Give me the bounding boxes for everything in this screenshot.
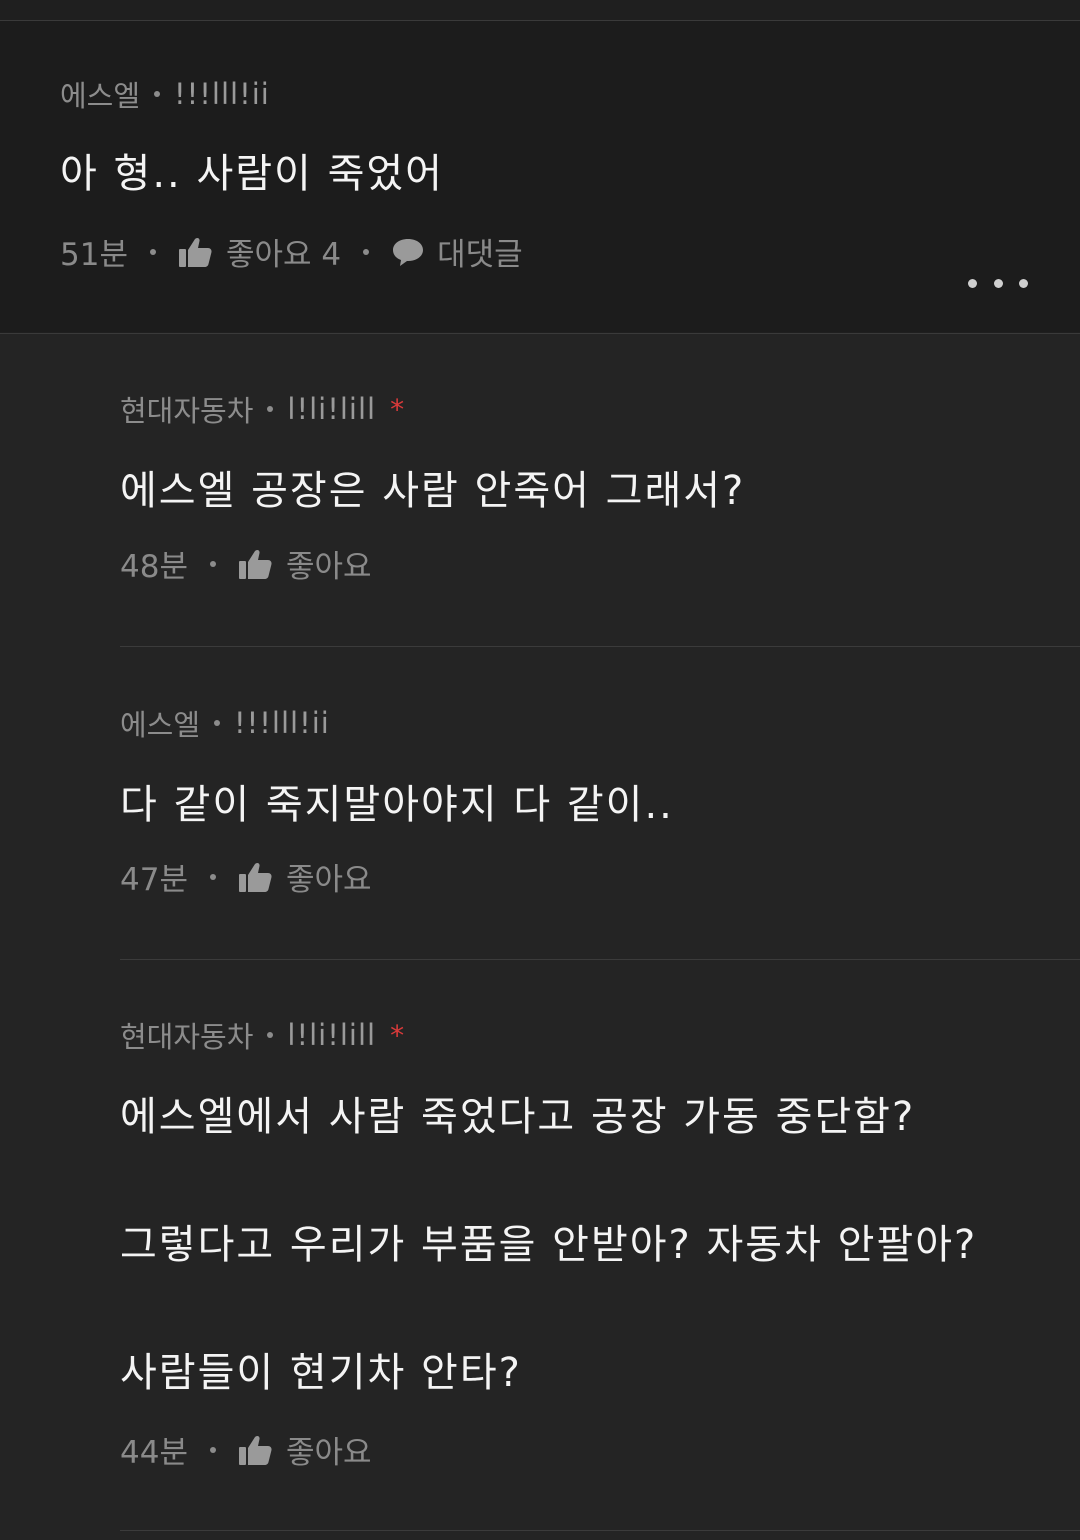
separator-dot (209, 873, 216, 880)
author-handle: l!li!lill (287, 1018, 377, 1052)
comment-text: 아 형.. 사람이 죽었어 (60, 151, 444, 197)
timestamp: 51분 (60, 237, 128, 273)
author-name[interactable]: 에스엘 (120, 702, 200, 744)
like-button[interactable]: 좋아요 4 (178, 229, 341, 274)
timestamp: 44분 (120, 1435, 188, 1471)
author-badge: * (390, 1018, 405, 1052)
reply-footer: 44분 좋아요 (120, 1427, 372, 1472)
comment: 에스엘 !!!lll!ii 아 형.. 사람이 죽었어 51분 좋아요 4 대댓… (0, 21, 1080, 332)
more-options-button[interactable] (968, 269, 1028, 297)
separator-dot (209, 1446, 216, 1453)
separator-dot (267, 406, 274, 412)
like-label: 좋아요 (285, 862, 372, 898)
reply-meta: 현대자동차 l!li!lill * (120, 1014, 404, 1056)
reply-meta: 현대자동차 l!li!lill * (120, 388, 404, 430)
thumbs-up-icon (238, 861, 272, 893)
reply-text-line-2: 그렇다고 우리가 부품을 안받아? 자동차 안팔아? (120, 1222, 978, 1268)
author-handle: !!!lll!ii (174, 77, 270, 111)
like-label: 좋아요 (285, 549, 372, 585)
timestamp: 47분 (120, 862, 188, 898)
author-handle: !!!lll!ii (234, 706, 330, 740)
reply-text: 에스엘 공장은 사람 안죽어 그래서? (120, 468, 746, 514)
thumbs-up-icon (238, 1434, 272, 1466)
thumbs-up-icon (238, 548, 272, 580)
separator-dot (149, 248, 156, 255)
like-button[interactable]: 좋아요 (238, 854, 372, 899)
author-name[interactable]: 현대자동차 (120, 388, 253, 430)
author-name[interactable]: 에스엘 (60, 73, 140, 115)
replies-section: 현대자동차 l!li!lill * 에스엘 공장은 사람 안죽어 그래서? 48… (0, 333, 1080, 1540)
separator-dot (214, 720, 221, 726)
reply-footer: 47분 좋아요 (120, 854, 372, 899)
thumbs-up-icon (178, 236, 212, 268)
comment-meta: 에스엘 !!!lll!ii (60, 73, 270, 115)
reply-meta: 에스엘 !!!lll!ii (120, 702, 330, 744)
reply-divider (120, 1530, 1080, 1531)
reply-label: 대댓글 (437, 237, 523, 273)
like-label: 좋아요 (285, 1435, 372, 1471)
speech-bubble-icon (391, 236, 425, 268)
more-dots-icon (968, 278, 977, 288)
separator-dot (363, 248, 370, 255)
like-button[interactable]: 좋아요 (238, 541, 372, 586)
like-label: 좋아요 4 (225, 237, 342, 273)
separator-dot (267, 1032, 274, 1038)
reply-divider (120, 646, 1080, 647)
comment-footer: 51분 좋아요 4 대댓글 (60, 229, 523, 274)
author-name[interactable]: 현대자동차 (120, 1014, 253, 1056)
separator-dot (154, 91, 161, 97)
reply-footer: 48분 좋아요 (120, 541, 372, 586)
like-button[interactable]: 좋아요 (238, 1427, 372, 1472)
separator-dot (209, 560, 216, 567)
reply-text-line-3: 사람들이 현기차 안타? (120, 1350, 522, 1396)
reply-divider (120, 959, 1080, 960)
reply-text-line-1: 에스엘에서 사람 죽었다고 공장 가동 중단함? (120, 1094, 916, 1140)
author-handle: l!li!lill (287, 392, 377, 426)
author-badge: * (390, 392, 405, 426)
timestamp: 48분 (120, 549, 188, 585)
reply-button[interactable]: 대댓글 (391, 229, 523, 274)
reply-text: 다 같이 죽지말아야지 다 같이.. (120, 782, 674, 828)
